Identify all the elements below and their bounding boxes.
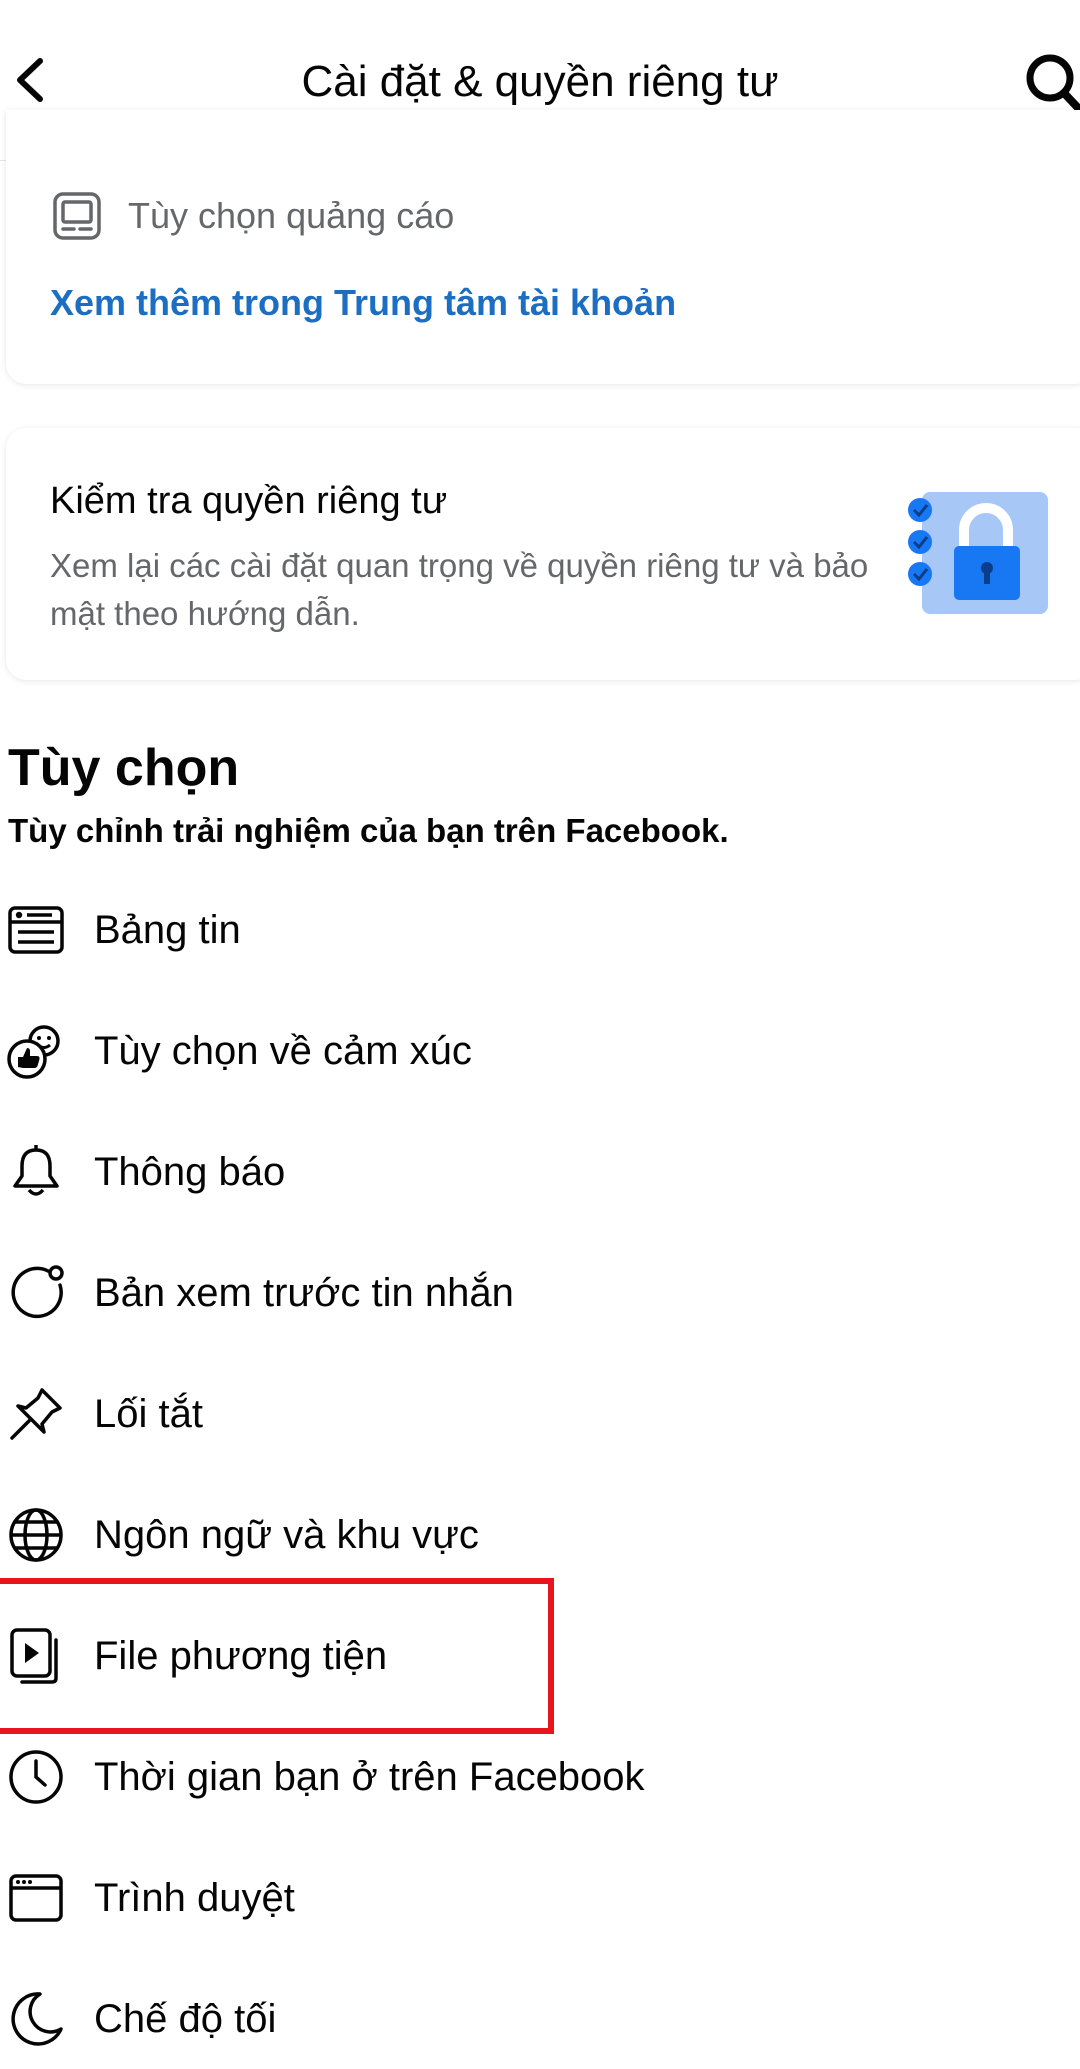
menu-item-label: Thời gian bạn ở trên Facebook (94, 1754, 645, 1799)
ad-preferences-item[interactable]: Tùy chọn quảng cáo (52, 186, 454, 246)
page-title: Cài đặt & quyền riêng tư (301, 57, 779, 106)
privacy-checkup-description: Xem lại các cài đặt quan trọng về quyền … (50, 547, 869, 632)
ad-preferences-icon (53, 192, 101, 240)
globe-icon (9, 1508, 63, 1562)
preferences-section-title: Tùy chọn (8, 739, 240, 797)
menu-item-label: Lối tắt (94, 1391, 203, 1436)
news-feed-icon (8, 906, 64, 954)
menu-item-reactions[interactable]: Tùy chọn về cảm xúc (0, 1001, 1080, 1101)
menu-item-shortcuts[interactable]: Lối tắt (0, 1364, 1080, 1464)
pin-icon (10, 1388, 62, 1440)
menu-item-label: Trình duyệt (94, 1875, 295, 1920)
menu-item-time-on-facebook[interactable]: Thời gian bạn ở trên Facebook (0, 1727, 1080, 1827)
account-center-link[interactable]: Xem thêm trong Trung tâm tài khoản (50, 282, 676, 324)
highlight-box (0, 1578, 554, 1734)
bell-icon (13, 1145, 59, 1196)
privacy-checkup-card[interactable]: Kiểm tra quyền riêng tư Xem lại các cài … (6, 428, 1080, 680)
menu-item-label: Tùy chọn về cảm xúc (94, 1028, 472, 1073)
menu-item-label: Thông báo (94, 1149, 286, 1194)
preferences-section-subtitle: Tùy chỉnh trải nghiệm của bạn trên Faceb… (8, 812, 729, 849)
menu-item-label: Ngôn ngữ và khu vực (94, 1512, 479, 1557)
message-preview-icon (11, 1265, 64, 1319)
reactions-icon (7, 1025, 60, 1079)
menu-item-message-preview[interactable]: Bản xem trước tin nhắn (0, 1243, 1080, 1343)
menu-item-dark-mode[interactable]: Chế độ tối (0, 1969, 1080, 2069)
privacy-lock-illustration (908, 492, 1048, 614)
privacy-checkup-title: Kiểm tra quyền riêng tư (50, 480, 448, 522)
search-icon (1026, 54, 1080, 114)
moon-icon (11, 1992, 63, 2046)
menu-item-news-feed[interactable]: Bảng tin (0, 880, 1080, 980)
menu-item-browser[interactable]: Trình duyệt (0, 1848, 1080, 1948)
browser-icon (9, 1874, 63, 1922)
menu-item-label: Bản xem trước tin nhắn (94, 1270, 514, 1315)
menu-item-label: Chế độ tối (94, 1996, 277, 2041)
ad-preferences-label: Tùy chọn quảng cáo (128, 195, 455, 236)
search-button[interactable] (1020, 48, 1080, 118)
menu-item-language-region[interactable]: Ngôn ngữ và khu vực (0, 1485, 1080, 1585)
menu-item-notifications[interactable]: Thông báo (0, 1122, 1080, 1222)
clock-icon (9, 1750, 63, 1804)
menu-item-label: Bảng tin (94, 907, 241, 952)
account-center-card: Tùy chọn quảng cáo Xem thêm trong Trung … (6, 110, 1080, 384)
